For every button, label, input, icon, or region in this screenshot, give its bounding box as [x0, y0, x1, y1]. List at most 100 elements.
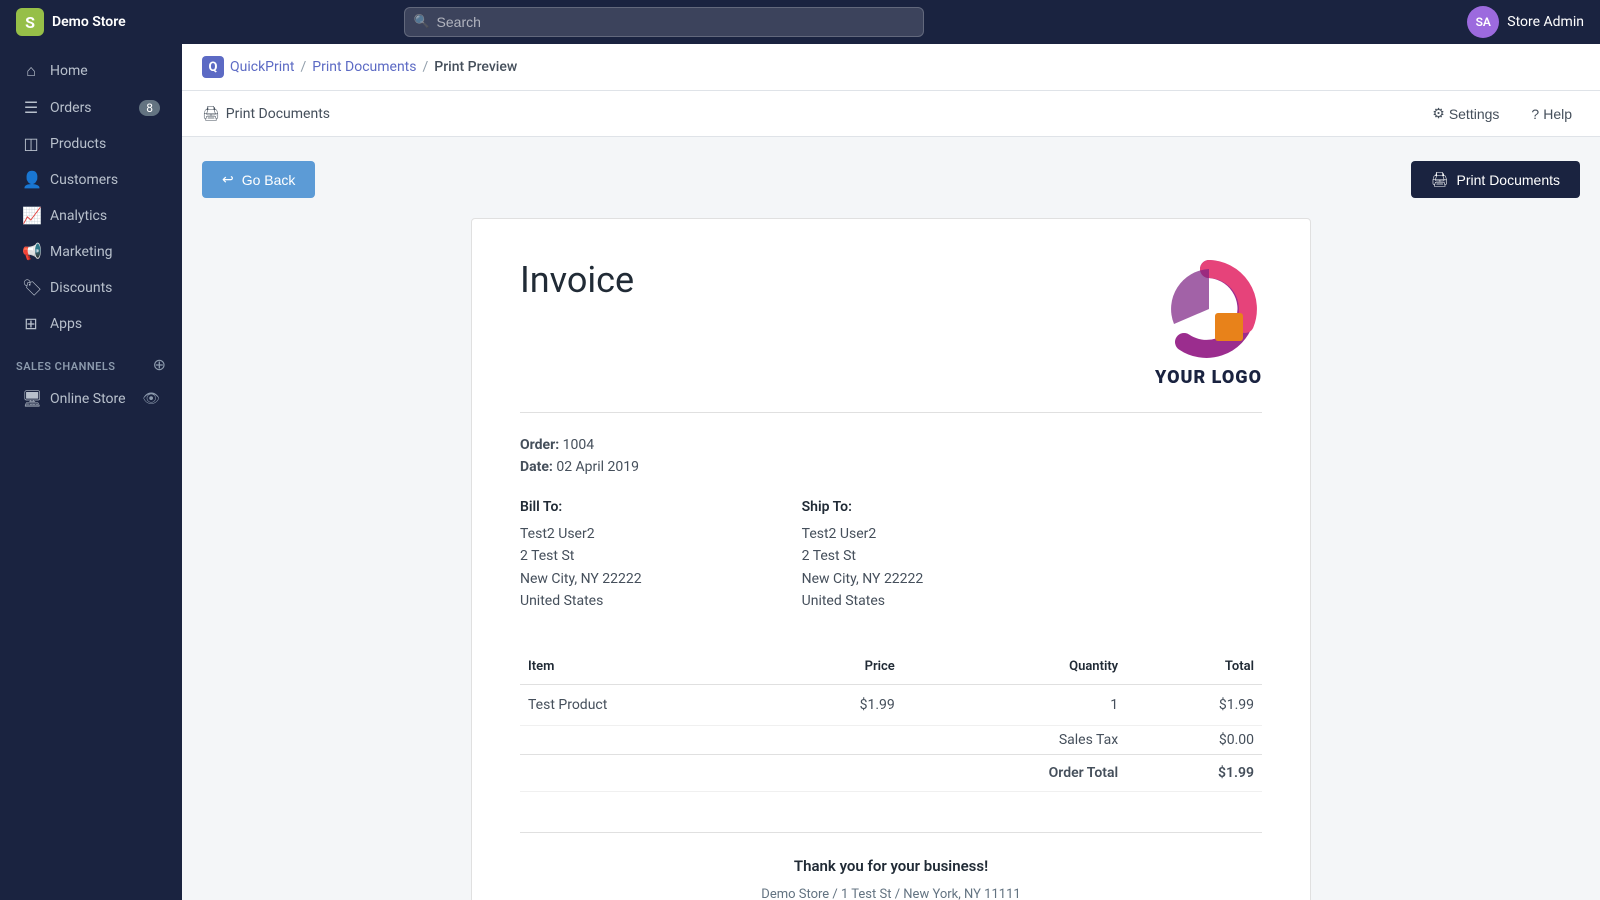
- col-price: Price: [769, 649, 903, 685]
- sidebar-item-label: Products: [50, 136, 106, 152]
- row-price: $1.99: [769, 684, 903, 725]
- ship-to-block: Ship To: Test2 User2 2 Test St New City,…: [802, 499, 924, 613]
- sales-tax-label: Sales Tax: [903, 725, 1126, 754]
- invoice-footer: Thank you for your business! Demo Store …: [520, 832, 1262, 900]
- row-quantity: 1: [903, 684, 1126, 725]
- sidebar-item-discounts[interactable]: 🏷 Discounts: [6, 270, 176, 305]
- add-sales-channel-button[interactable]: ⊕: [153, 358, 166, 374]
- marketing-icon: 📢: [22, 242, 40, 261]
- print-documents-label: Print Documents: [1457, 172, 1560, 188]
- logo-placeholder: YOUR LOGO: [1155, 259, 1262, 388]
- orders-icon: ☰: [22, 98, 40, 117]
- bill-to-country: United States: [520, 590, 642, 612]
- col-quantity: Quantity: [903, 649, 1126, 685]
- settings-label: Settings: [1449, 106, 1500, 122]
- search-icon: 🔍: [414, 15, 430, 30]
- sidebar-item-label: Orders: [50, 100, 92, 116]
- discounts-icon: 🏷: [22, 278, 40, 297]
- sidebar-item-products[interactable]: ◫ Products: [6, 126, 176, 161]
- search-input[interactable]: [404, 7, 924, 37]
- main-content: Q QuickPrint / Print Documents / Print P…: [182, 44, 1600, 900]
- invoice-date: Date: 02 April 2019: [520, 459, 1262, 475]
- avatar[interactable]: SA: [1467, 6, 1499, 38]
- search-bar-container: 🔍: [404, 7, 924, 37]
- sidebar-item-marketing[interactable]: 📢 Marketing: [6, 234, 176, 269]
- action-bar-print-label: Print Documents: [226, 106, 330, 122]
- sales-channels-label: SALES CHANNELS: [16, 360, 116, 373]
- bill-to-name: Test2 User2: [520, 523, 642, 545]
- online-store-visibility-icon: 👁: [142, 391, 160, 407]
- col-total: Total: [1126, 649, 1262, 685]
- bill-to-street: 2 Test St: [520, 545, 642, 567]
- sidebar-item-label: Marketing: [50, 244, 113, 260]
- store-logo[interactable]: S Demo Store: [16, 8, 126, 36]
- sales-channels-header: SALES CHANNELS ⊕: [0, 342, 182, 380]
- help-label: Help: [1543, 106, 1572, 122]
- ship-to-city: New City, NY 22222: [802, 568, 924, 590]
- row-item: Test Product: [520, 684, 769, 725]
- online-store-icon: 🖥: [22, 389, 40, 408]
- products-icon: ◫: [22, 134, 40, 153]
- printer-icon: 🖨: [202, 106, 220, 122]
- logo-text: YOUR LOGO: [1155, 367, 1262, 388]
- action-bar: 🖨 Print Documents ⚙ Settings ? Help: [182, 91, 1600, 137]
- store-logo-icon: S: [16, 8, 44, 36]
- go-back-button[interactable]: ↩ Go Back: [202, 161, 315, 198]
- settings-icon: ⚙: [1432, 105, 1445, 122]
- action-bar-right: ⚙ Settings ? Help: [1424, 101, 1580, 126]
- sidebar-item-label: Customers: [50, 172, 118, 188]
- go-back-icon: ↩: [222, 171, 234, 188]
- store-name: Demo Store: [52, 14, 126, 30]
- sidebar-item-label: Online Store: [50, 391, 126, 407]
- ship-to-label: Ship To:: [802, 499, 924, 515]
- ship-to-country: United States: [802, 590, 924, 612]
- orders-badge: 8: [139, 100, 160, 116]
- page-body: ↩ Go Back 🖨 Print Documents Invoice: [182, 137, 1600, 900]
- order-number: Order: 1004: [520, 437, 1262, 453]
- sidebar-item-customers[interactable]: 👤 Customers: [6, 162, 176, 197]
- app-icon: Q: [202, 56, 224, 78]
- user-area: SA Store Admin: [1467, 6, 1584, 38]
- col-item: Item: [520, 649, 769, 685]
- sidebar-item-label: Apps: [50, 316, 82, 332]
- sidebar-item-apps[interactable]: ⊞ Apps: [6, 306, 176, 341]
- breadcrumb-sep-1: /: [300, 59, 306, 75]
- help-icon: ?: [1531, 106, 1539, 122]
- customers-icon: 👤: [22, 170, 40, 189]
- sidebar-item-label: Discounts: [50, 280, 112, 296]
- store-info: Demo Store / 1 Test St / New York, NY 11…: [520, 887, 1262, 900]
- breadcrumb-print-preview: Print Preview: [434, 59, 517, 75]
- sidebar-item-label: Analytics: [50, 208, 107, 224]
- breadcrumb-quickprint[interactable]: QuickPrint: [230, 59, 294, 75]
- thank-you-message: Thank you for your business!: [520, 857, 1262, 875]
- go-back-label: Go Back: [242, 172, 296, 188]
- company-logo: [1159, 259, 1259, 359]
- sidebar-item-orders[interactable]: ☰ Orders 8: [6, 90, 176, 125]
- ship-to-name: Test2 User2: [802, 523, 924, 545]
- items-table: Item Price Quantity Total Test Product $…: [520, 649, 1262, 792]
- sidebar-item-analytics[interactable]: 📈 Analytics: [6, 198, 176, 233]
- table-row: Test Product $1.99 1 $1.99: [520, 684, 1262, 725]
- print-icon: 🖨: [1431, 171, 1449, 188]
- user-name: Store Admin: [1507, 14, 1584, 30]
- sidebar-item-online-store[interactable]: 🖥 Online Store 👁: [6, 381, 176, 416]
- action-bar-print-documents[interactable]: 🖨 Print Documents: [202, 106, 330, 122]
- top-navigation: S Demo Store 🔍 SA Store Admin: [0, 0, 1600, 44]
- bill-to-label: Bill To:: [520, 499, 642, 515]
- help-button[interactable]: ? Help: [1523, 102, 1580, 126]
- bill-to-city: New City, NY 22222: [520, 568, 642, 590]
- invoice-meta: Order: 1004 Date: 02 April 2019: [520, 437, 1262, 475]
- sales-tax-row: Sales Tax $0.00: [520, 725, 1262, 754]
- order-total-label: Order Total: [903, 754, 1126, 791]
- order-total-row: Order Total $1.99: [520, 754, 1262, 791]
- breadcrumb-sep-2: /: [423, 59, 429, 75]
- sidebar: ⌂ Home ☰ Orders 8 ◫ Products 👤 Customers…: [0, 44, 182, 900]
- analytics-icon: 📈: [22, 206, 40, 225]
- apps-icon: ⊞: [22, 314, 40, 333]
- settings-button[interactable]: ⚙ Settings: [1424, 101, 1507, 126]
- print-documents-button[interactable]: 🖨 Print Documents: [1411, 161, 1580, 198]
- breadcrumb-print-documents[interactable]: Print Documents: [312, 59, 416, 75]
- breadcrumb: Q QuickPrint / Print Documents / Print P…: [182, 44, 1600, 91]
- invoice-header: Invoice YOUR LOGO: [520, 259, 1262, 413]
- sidebar-item-home[interactable]: ⌂ Home: [6, 53, 176, 89]
